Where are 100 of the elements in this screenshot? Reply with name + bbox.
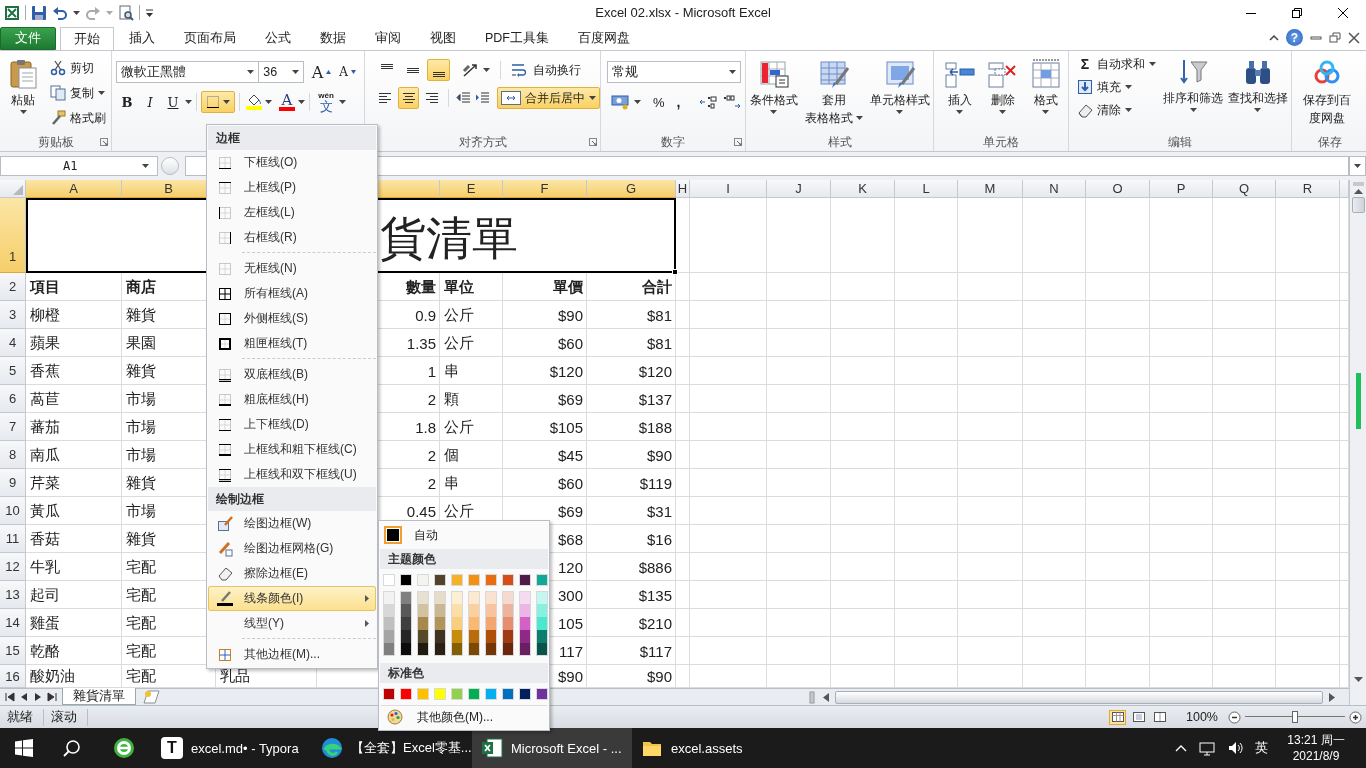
menu-item[interactable]: 双底框线(B) (208, 362, 376, 387)
conditional-format-button[interactable]: 条件格式 (746, 55, 801, 133)
menu-item[interactable]: 线型(Y) (208, 611, 376, 636)
ribbon-tab[interactable]: 百度网盘 (564, 27, 644, 50)
menu-item[interactable]: 上框线和双下框线(U) (208, 462, 376, 487)
font-color-button[interactable]: A (277, 91, 297, 113)
menu-item[interactable]: 无框线(N) (208, 256, 376, 281)
column-header[interactable]: K (831, 180, 895, 198)
automatic-color-option[interactable]: 自动 (380, 522, 548, 548)
ribbon-tab[interactable]: 公式 (251, 27, 305, 50)
column-header[interactable]: H (676, 180, 690, 198)
font-size-field[interactable]: 36 (259, 61, 304, 83)
row-header[interactable]: 2 (0, 273, 26, 301)
menu-item[interactable]: 左框线(L) (208, 200, 376, 225)
column-header[interactable]: A (26, 180, 122, 198)
row-header[interactable]: 5 (0, 357, 26, 385)
bold-button[interactable]: B (116, 91, 138, 113)
taskbar-app[interactable]: Microsoft Excel - ... (472, 728, 632, 768)
shrink-font-button[interactable]: A (335, 61, 360, 83)
paste-button[interactable]: 粘贴 (4, 55, 42, 129)
table-format-button[interactable]: 套用 表格格式 (801, 55, 866, 133)
clear-button[interactable]: 清除 (1073, 99, 1160, 121)
sheet-tab[interactable]: 雜貨清單 (62, 688, 136, 705)
column-header[interactable]: I (690, 180, 767, 198)
column-header[interactable]: F (503, 180, 587, 198)
ribbon-tab[interactable]: 视图 (416, 27, 470, 50)
row-header[interactable]: 7 (0, 413, 26, 441)
table-cell: 2 (427, 446, 436, 464)
merge-center-button[interactable]: 合并后居中 (497, 87, 600, 109)
column-header[interactable]: J (767, 180, 831, 198)
ribbon-tab[interactable]: 页面布局 (170, 27, 250, 50)
name-box[interactable]: A1 (0, 156, 158, 176)
column-header[interactable]: G (587, 180, 676, 198)
row-header[interactable]: 9 (0, 469, 26, 497)
menu-item[interactable]: 粗匣框线(T) (208, 331, 376, 356)
menu-item[interactable]: 上框线和粗下框线(C) (208, 437, 376, 462)
grow-font-button[interactable]: A (307, 61, 336, 83)
menu-item[interactable]: 粗底框线(H) (208, 387, 376, 412)
file-tab[interactable]: 文件 (0, 27, 56, 50)
row-header[interactable]: 14 (0, 609, 26, 637)
format-button[interactable]: 格式 (1024, 55, 1067, 133)
input-method-indicator[interactable]: 英 (1255, 739, 1268, 757)
column-header[interactable]: Q (1213, 180, 1276, 198)
column-header[interactable]: L (895, 180, 958, 198)
delete-button[interactable]: 删除 (981, 55, 1024, 133)
row-header[interactable]: 6 (0, 385, 26, 413)
menu-item[interactable]: 所有框线(A) (208, 281, 376, 306)
row-header[interactable]: 15 (0, 637, 26, 665)
ribbon-tab[interactable]: 数据 (306, 27, 360, 50)
row-header[interactable]: 3 (0, 301, 26, 329)
row-header[interactable]: 11 (0, 525, 26, 553)
phonetic-button[interactable]: wén 文 (314, 91, 338, 113)
cell-style-button[interactable]: 单元格样式 (866, 55, 933, 133)
menu-item[interactable]: 线条颜色(I) (208, 586, 376, 611)
column-header[interactable]: N (1023, 180, 1086, 198)
menu-item[interactable]: 上下框线(D) (208, 412, 376, 437)
find-select-button[interactable]: 查找和选择 (1226, 53, 1289, 133)
menu-item[interactable]: 绘图边框(W) (208, 511, 376, 536)
sort-filter-button[interactable]: 排序和筛选 (1162, 53, 1225, 133)
menu-item[interactable]: 右框线(R) (208, 225, 376, 250)
cut-button[interactable]: 剪切 (46, 57, 110, 79)
number-format-field[interactable]: 常规 (607, 61, 741, 83)
ribbon-tab[interactable]: 插入 (115, 27, 169, 50)
row-header[interactable]: 12 (0, 553, 26, 581)
comma-button[interactable]: , (672, 91, 685, 113)
menu-item[interactable]: 下框线(O) (208, 150, 376, 175)
row-header[interactable]: 13 (0, 581, 26, 609)
column-header[interactable]: M (958, 180, 1023, 198)
more-colors-option[interactable]: 其他颜色(M)... (380, 705, 548, 729)
autosum-button[interactable]: Σ 自动求和 (1073, 53, 1160, 75)
zoom-level[interactable]: 100% (1186, 710, 1218, 724)
ribbon-tab[interactable]: 审阅 (361, 27, 415, 50)
menu-item[interactable]: 外侧框线(S) (208, 306, 376, 331)
italic-button[interactable]: I (139, 91, 161, 113)
column-header[interactable]: O (1086, 180, 1150, 198)
save-to-cloud-button[interactable]: 保存到百 度网盘 (1294, 55, 1360, 133)
row-header[interactable]: 10 (0, 497, 26, 525)
fill-button[interactable]: 填充 (1073, 76, 1160, 98)
format-painter-button[interactable]: 格式刷 (46, 107, 110, 129)
row-header[interactable]: 1 (0, 198, 26, 273)
taskbar-app[interactable]: excel.assets (632, 728, 792, 768)
menu-item[interactable]: 其他边框(M)... (208, 642, 376, 667)
column-header[interactable]: P (1150, 180, 1213, 198)
column-header[interactable]: E (440, 180, 503, 198)
ribbon-tab[interactable]: PDF工具集 (471, 27, 563, 50)
percent-button[interactable]: % (649, 91, 669, 113)
taskbar-app[interactable]: T excel.md• - Typora (152, 728, 312, 768)
ribbon-tab[interactable]: 开始 (60, 27, 114, 51)
row-header[interactable]: 16 (0, 665, 26, 688)
menu-item[interactable]: 绘图边框网格(G) (208, 536, 376, 561)
clock[interactable]: 13:21 周一 2021/8/9 (1280, 732, 1352, 764)
copy-button[interactable]: 复制 (46, 82, 110, 104)
font-name-field[interactable]: 微軟正黑體 (116, 61, 260, 83)
row-header[interactable]: 8 (0, 441, 26, 469)
insert-button[interactable]: 插入 (938, 55, 981, 133)
column-header[interactable]: R (1276, 180, 1340, 198)
row-header[interactable]: 4 (0, 329, 26, 357)
wrap-text-button[interactable]: 自动换行 (507, 59, 585, 81)
underline-button[interactable]: U (162, 91, 184, 113)
menu-item[interactable]: 擦除边框(E) (208, 561, 376, 586)
